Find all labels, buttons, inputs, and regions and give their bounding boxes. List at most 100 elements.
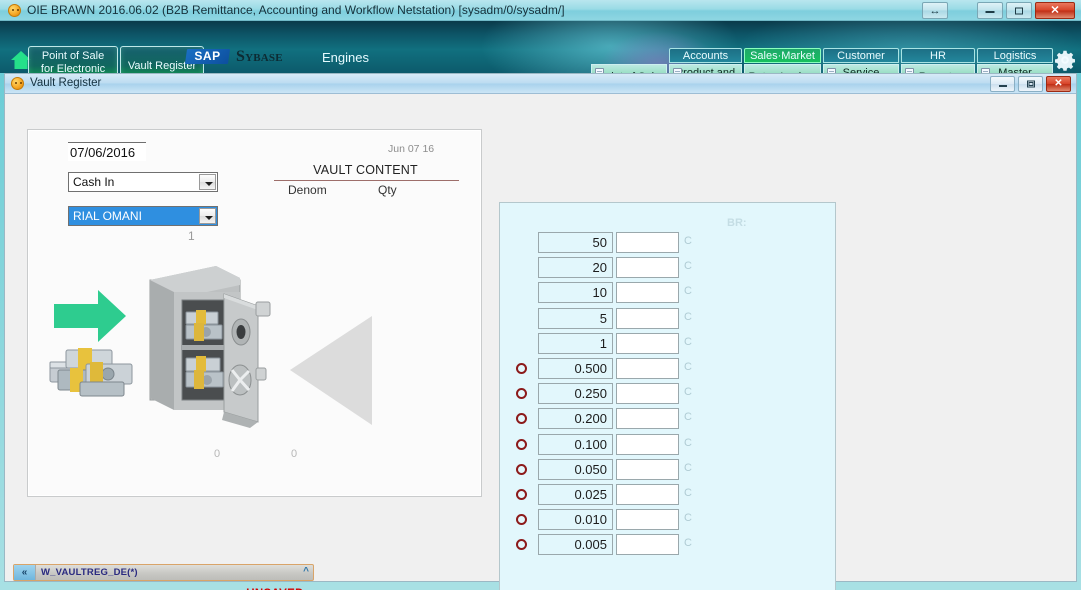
vault-content-title: VAULT CONTENT: [313, 163, 418, 177]
denomination-row: 20 C: [500, 257, 837, 279]
currency-select[interactable]: RIAL OMANI: [68, 206, 218, 226]
denomination-row: 0.100 C: [500, 433, 837, 456]
denomination-value-input[interactable]: 0.500: [538, 358, 613, 379]
denomination-row: 0.005 C: [500, 534, 837, 556]
denomination-qty-input[interactable]: [616, 358, 679, 379]
vault-minimize-button[interactable]: [990, 76, 1015, 92]
cat-tab-sales-market[interactable]: Sales·Market: [744, 48, 821, 63]
close-icon: ✕: [1050, 4, 1060, 16]
denomination-row: 10 C: [500, 282, 837, 304]
denomination-value-input[interactable]: 0.005: [538, 534, 613, 556]
window-title: OIE BRAWN 2016.06.02 (B2B Remittance, Ac…: [27, 3, 565, 17]
gear-icon[interactable]: [1054, 49, 1076, 71]
denomination-value-input[interactable]: 5: [538, 307, 613, 329]
cat-tab-accounts[interactable]: Accounts: [669, 48, 742, 63]
denomination-value-input[interactable]: 0.250: [538, 383, 613, 405]
denomination-row: 50 C: [500, 232, 837, 254]
close-button[interactable]: ✕: [1035, 2, 1075, 19]
subtab-rates-lookup[interactable]: Rates Lookup: [744, 64, 821, 73]
vault-content-col-denom: Denom: [288, 183, 327, 197]
subtab-service-controls[interactable]: ServiceControls: [823, 64, 899, 73]
denomination-qty-input[interactable]: [616, 433, 679, 455]
denomination-qty-input[interactable]: [616, 458, 679, 480]
cash-in-total: 0: [214, 448, 221, 460]
denomination-qty-input[interactable]: [616, 509, 679, 531]
expand-up-icon[interactable]: ^: [303, 566, 309, 577]
denomination-qty-input[interactable]: [616, 383, 679, 405]
green-right-arrow-icon: [54, 290, 126, 342]
cat-tab-accounts-label: Accounts: [682, 50, 729, 62]
denomination-value-input[interactable]: 0.200: [538, 408, 613, 430]
window-taskbar-item[interactable]: « W_VAULTREG_DE(*) ^: [13, 564, 314, 581]
denomination-currency-suffix: C: [684, 310, 692, 323]
denomination-value-input[interactable]: 0.025: [538, 484, 613, 505]
transaction-date-input[interactable]: 07/06/2016: [68, 142, 146, 161]
screen: Graphic - Microsoft PowerPoint (Product …: [0, 0, 1081, 590]
chevron-down-icon[interactable]: [199, 174, 216, 190]
denomination-row: 1C: [500, 332, 837, 355]
subtab-reports[interactable]: Reports: [901, 64, 975, 73]
denomination-qty-input[interactable]: [616, 332, 679, 354]
cat-tab-customer-label: Customer: [837, 50, 885, 62]
subtab-point-of-sale[interactable]: Point of Sale: [591, 64, 667, 73]
currency-value: RIAL OMANI: [73, 209, 142, 223]
window-resize-group: ↔: [922, 2, 948, 19]
denomination-qty-input[interactable]: [616, 408, 679, 430]
denomination-value-input[interactable]: 0.050: [538, 458, 613, 480]
denomination-currency-suffix: C: [684, 386, 692, 399]
denomination-value-input[interactable]: 50: [538, 232, 613, 253]
sybase-logo: Sybase: [236, 48, 283, 65]
denomination-value-input[interactable]: 0.010: [538, 509, 613, 531]
coin-marker-icon: [516, 463, 527, 475]
minimize-button[interactable]: [977, 2, 1003, 19]
vault-content-col-qty: Qty: [378, 183, 397, 197]
denomination-row: 0.250 C: [500, 383, 837, 405]
denomination-qty-input[interactable]: [616, 307, 679, 329]
denomination-currency-suffix: C: [684, 512, 692, 525]
denomination-value-input[interactable]: 10: [538, 282, 613, 304]
cat-tab-hr[interactable]: HR: [901, 48, 975, 63]
title-bar: OIE BRAWN 2016.06.02 (B2B Remittance, Ac…: [0, 0, 1081, 21]
cash-bundles-icon: [49, 348, 133, 397]
vault-close-button[interactable]: ✕: [1046, 76, 1071, 92]
subtab-master-administration[interactable]: MasterAdministration: [977, 64, 1053, 73]
denomination-currency-suffix: C: [684, 411, 692, 424]
transaction-type-select[interactable]: Cash In: [68, 172, 218, 192]
denomination-qty-input[interactable]: [616, 257, 679, 279]
transaction-card: 07/06/2016 Cash In RIAL OMANI 1 Jun 07 1…: [27, 129, 482, 497]
denomination-value-input[interactable]: 20: [538, 257, 613, 279]
denomination-qty-input[interactable]: [616, 282, 679, 304]
denomination-qty-input[interactable]: [616, 534, 679, 556]
denomination-row: 0.050 C: [500, 458, 837, 481]
denomination-panel: BR: 50 C 20 C 10 C 5 C 1 C 0.500 C 0.250 C 0.200 C 0.100…: [499, 202, 836, 590]
gray-left-triangle-icon: [290, 316, 372, 425]
restore-size-button[interactable]: ↔: [922, 2, 948, 19]
application-window: OIE BRAWN 2016.06.02 (B2B Remittance, Ac…: [0, 0, 1081, 590]
vault-register-body: 07/06/2016 Cash In RIAL OMANI 1 Jun 07 1…: [5, 94, 1076, 590]
collapse-icon[interactable]: «: [14, 565, 36, 580]
denomination-currency-suffix: C: [684, 235, 692, 247]
denomination-currency-suffix: C: [684, 436, 692, 449]
tab-point-of-sale-electronic-transfer[interactable]: Point of Salefor ElectronicTransfer: [28, 46, 118, 73]
chevron-down-icon[interactable]: [199, 208, 216, 224]
app-orb-icon: [8, 4, 21, 17]
denomination-qty-input[interactable]: [616, 484, 679, 505]
denomination-value-input[interactable]: 0.100: [538, 433, 613, 455]
maximize-inner-icon: [1028, 82, 1033, 86]
denomination-qty-input[interactable]: [616, 232, 679, 253]
cat-tab-logistics[interactable]: Logistics: [977, 48, 1053, 63]
app-orb-icon: [11, 77, 24, 90]
cat-tab-customer[interactable]: Customer: [823, 48, 899, 63]
denomination-currency-suffix: C: [684, 285, 692, 298]
vault-maximize-button[interactable]: [1018, 76, 1043, 92]
navigation-ribbon: Point of Salefor ElectronicTransfer Vaul…: [0, 21, 1081, 73]
subtab-product-and-service[interactable]: Product andService: [669, 64, 742, 73]
vault-content-stamp-date: Jun 07 16: [388, 143, 435, 155]
denomination-value-input[interactable]: 1: [538, 332, 613, 354]
maximize-button[interactable]: [1006, 2, 1032, 19]
vault-register-title-bar: Vault Register ✕: [5, 74, 1076, 94]
cat-tab-logistics-label: Logistics: [993, 50, 1037, 62]
cash-out-total: 0: [291, 448, 298, 460]
cat-tab-hr-label: HR: [930, 50, 946, 62]
vault-register-title: Vault Register: [30, 77, 102, 89]
